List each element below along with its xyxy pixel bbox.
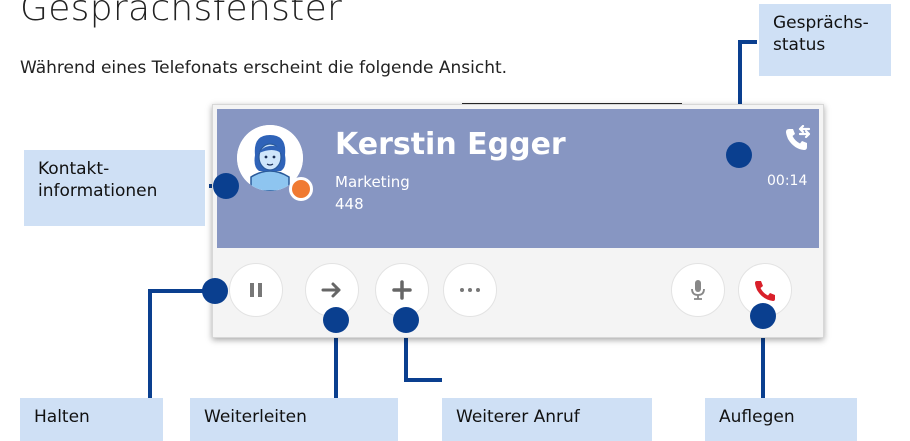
marker-dot-hangup xyxy=(750,303,776,329)
call-duration: 00:14 xyxy=(767,173,808,189)
marker-dot-status xyxy=(726,142,752,168)
presence-status-dot xyxy=(289,177,313,201)
hold-button[interactable] xyxy=(229,263,283,317)
microphone-icon xyxy=(691,280,705,300)
contact-department: Marketing xyxy=(335,173,410,191)
marker-dot-forward xyxy=(323,307,349,333)
plus-icon xyxy=(392,280,412,300)
contact-number: 448 xyxy=(335,195,364,213)
contact-name: Kerstin Egger xyxy=(335,127,566,162)
marker-dot-add-call xyxy=(393,307,419,333)
marker-dot-hold xyxy=(202,278,228,304)
callout-contact: Kontakt- informationen xyxy=(24,150,205,226)
callout-hold: Halten xyxy=(20,398,163,441)
arrow-right-icon xyxy=(321,282,341,298)
hangup-icon xyxy=(755,281,775,301)
callout-forward: Weiterleiten xyxy=(190,398,398,441)
more-button[interactable] xyxy=(443,263,497,317)
callout-add-call: Weiterer Anruf xyxy=(442,398,652,441)
marker-dot-contact xyxy=(213,173,239,199)
mute-button[interactable] xyxy=(671,263,725,317)
call-status-icon xyxy=(786,125,811,150)
call-window: Kerstin Egger Marketing 448 00:14 xyxy=(212,104,824,338)
more-dots-icon xyxy=(460,288,480,292)
pause-icon xyxy=(250,283,262,297)
callout-status: Gesprächs- status xyxy=(759,4,891,76)
call-header: Kerstin Egger Marketing 448 00:14 xyxy=(217,109,819,248)
callout-hangup: Auflegen xyxy=(705,398,857,441)
